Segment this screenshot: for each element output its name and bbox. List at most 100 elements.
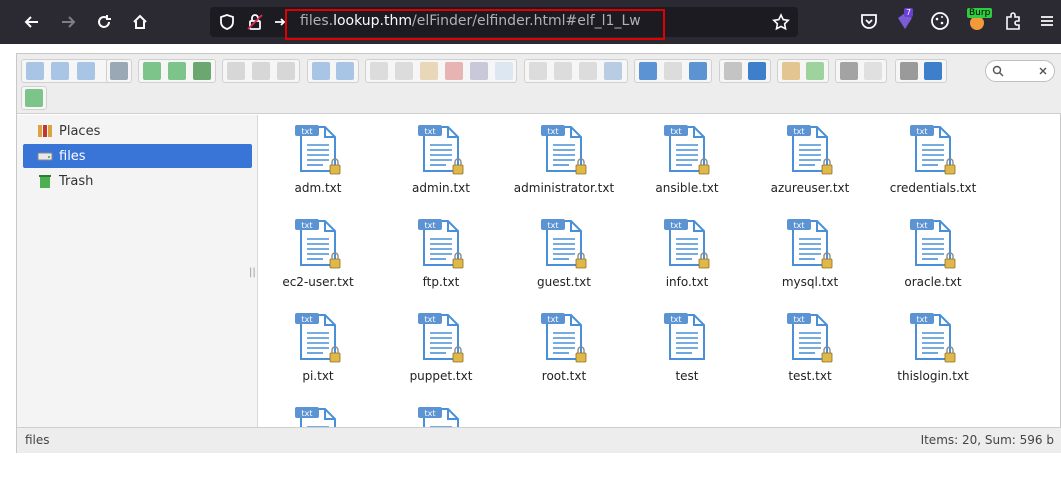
txt-file-icon: txt — [295, 313, 341, 363]
file-grid: txt adm.txt txt admin.txt txt administrator.t… — [259, 115, 1061, 427]
bookmark-star-icon[interactable] — [772, 13, 790, 31]
file-name: mysql.txt — [781, 275, 839, 289]
file-item[interactable]: txt pi.txt — [263, 307, 373, 397]
archive-icon[interactable] — [806, 62, 824, 80]
sort-group — [835, 59, 887, 83]
file-name: ec2-user.txt — [282, 275, 354, 289]
view-small-icon[interactable] — [689, 62, 707, 80]
file-item[interactable]: txt administrator.txt — [509, 119, 619, 209]
file-name: puppet.txt — [409, 369, 473, 383]
file-item[interactable]: txt ec2-user.txt — [263, 213, 373, 303]
search-input[interactable] — [985, 60, 1055, 82]
status-path: files — [25, 433, 50, 447]
extensions-puzzle-icon[interactable] — [1002, 10, 1024, 32]
menu-icon[interactable] — [1036, 10, 1058, 32]
extract-icon[interactable] — [782, 62, 800, 80]
file-item[interactable]: txt mysql.txt — [755, 213, 865, 303]
file-item[interactable]: txt adm.txt — [263, 119, 373, 209]
file-item[interactable]: txt ansible.txt — [632, 119, 742, 209]
shield-icon[interactable] — [218, 13, 236, 31]
expand-icon[interactable] — [25, 89, 43, 107]
upload-icon[interactable] — [193, 62, 211, 80]
up-arrow-icon[interactable] — [77, 62, 95, 80]
file-name: admin.txt — [412, 181, 470, 195]
info-icon[interactable] — [748, 62, 766, 80]
info-group — [719, 59, 771, 83]
mkdir-icon[interactable] — [143, 62, 161, 80]
netmount-icon[interactable] — [110, 62, 128, 80]
file-item[interactable]: txt thislogin.txt — [878, 307, 988, 397]
txt-file-icon: txt — [295, 219, 341, 269]
tree-item-files[interactable]: files — [23, 144, 252, 168]
fullscreen-group — [21, 86, 47, 110]
edit-icon[interactable] — [579, 62, 597, 80]
empty-icon[interactable] — [470, 62, 488, 80]
download-icon[interactable] — [252, 62, 270, 80]
delete-icon[interactable] — [445, 62, 463, 80]
select-icon[interactable] — [277, 62, 295, 80]
create-group — [138, 59, 216, 83]
help-icon[interactable] — [924, 62, 942, 80]
home-icon[interactable] — [128, 10, 152, 34]
file-item[interactable]: txt azureuser.txt — [755, 119, 865, 209]
forward-arrow-icon[interactable] — [51, 62, 69, 80]
redo-icon[interactable] — [336, 62, 354, 80]
file-item[interactable]: txt ftp.txt — [386, 213, 496, 303]
paste-icon[interactable] — [420, 62, 438, 80]
preview-eye-icon[interactable] — [724, 62, 742, 80]
mkfile-icon[interactable] — [168, 62, 186, 80]
file-type-tag: txt — [793, 315, 804, 324]
settings-gear-icon[interactable] — [900, 62, 918, 80]
sort-icon[interactable] — [840, 62, 858, 80]
file-item[interactable]: txt root.txt — [509, 307, 619, 397]
clear-search-icon[interactable] — [1038, 66, 1048, 76]
file-item[interactable]: txt — [263, 401, 373, 427]
sidebar-resize-handle[interactable]: || — [249, 267, 256, 278]
cut-icon[interactable] — [395, 62, 413, 80]
file-item[interactable]: txt credentials.txt — [878, 119, 988, 209]
fullscreen-icon[interactable] — [864, 62, 882, 80]
copy-icon[interactable] — [370, 62, 388, 80]
open-group — [222, 59, 300, 83]
trash-icon — [39, 175, 51, 188]
tree-item-places[interactable]: Places — [23, 119, 252, 143]
file-item[interactable]: txt test — [632, 307, 742, 397]
file-item[interactable]: txt oracle.txt — [878, 213, 988, 303]
back-icon[interactable] — [20, 10, 44, 34]
settings-group — [895, 59, 947, 83]
duplicate-icon[interactable] — [529, 62, 547, 80]
forward-icon[interactable] — [56, 10, 80, 34]
file-item[interactable]: txt puppet.txt — [386, 307, 496, 397]
file-ops-group — [524, 59, 628, 83]
tree-item-trash[interactable]: Trash — [23, 169, 252, 193]
file-type-tag: txt — [424, 409, 435, 418]
txt-file-icon: txt — [418, 313, 464, 363]
txt-file-icon: txt — [910, 125, 956, 175]
file-item[interactable]: txt test.txt — [755, 307, 865, 397]
nav-button-group — [21, 59, 111, 83]
view-list-icon[interactable] — [664, 62, 682, 80]
undo-icon[interactable] — [312, 62, 330, 80]
file-name: test.txt — [788, 369, 832, 383]
hide-icon[interactable] — [495, 62, 513, 80]
file-item[interactable]: txt admin.txt — [386, 119, 496, 209]
file-type-tag: txt — [670, 127, 681, 136]
file-type-tag: txt — [670, 315, 681, 324]
rename-icon[interactable] — [554, 62, 572, 80]
statusbar: files Items: 20, Sum: 596 b — [17, 427, 1061, 453]
open-icon[interactable] — [227, 62, 245, 80]
file-item[interactable]: txt guest.txt — [509, 213, 619, 303]
view-icons-icon[interactable] — [639, 62, 657, 80]
url-highlight-box — [285, 9, 665, 40]
extension-badge: 7 — [904, 8, 914, 17]
pocket-icon[interactable] — [858, 10, 880, 32]
archive-group — [777, 59, 829, 83]
reload-icon[interactable] — [92, 10, 116, 34]
lock-icon[interactable] — [246, 13, 264, 31]
file-item[interactable]: txt info.txt — [632, 213, 742, 303]
resize-icon[interactable] — [604, 62, 622, 80]
file-item[interactable]: txt — [386, 401, 496, 427]
cookie-icon[interactable] — [929, 10, 951, 32]
file-name: test — [675, 369, 699, 383]
back-arrow-icon[interactable] — [26, 62, 44, 80]
